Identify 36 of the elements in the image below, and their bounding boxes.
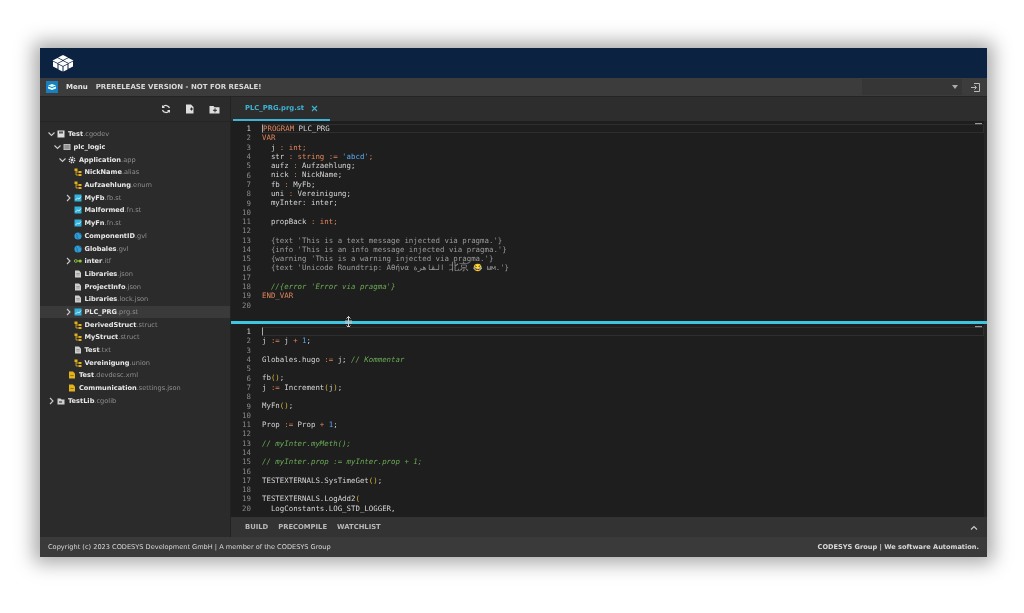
refresh-icon[interactable] [161,104,171,114]
file-icon [73,346,82,355]
hierarchy-icon [73,320,82,329]
document-icon [68,384,76,393]
new-folder-icon[interactable] [209,104,220,114]
logo-icon [52,54,74,72]
connector-icon [73,257,82,266]
hierarchy-icon [73,333,82,342]
hierarchy-icon [73,168,82,177]
chart-file-icon [73,206,82,215]
chevron-right-icon[interactable] [47,396,56,405]
file-icon [73,282,82,291]
hierarchy-icon [73,181,82,190]
chart-file-icon [73,193,82,202]
close-icon[interactable] [311,104,319,112]
project-icon [57,130,65,139]
new-file-icon[interactable] [185,104,195,114]
globe-icon [73,244,82,253]
hierarchy-icon [73,358,82,367]
document-icon [68,371,76,380]
chart-file-icon [73,219,82,228]
logout-icon[interactable] [970,81,981,93]
globe-icon [73,231,82,240]
dropdown-field[interactable] [862,79,962,95]
caret-icon [952,85,958,89]
minimize-icon[interactable] [975,326,982,328]
chart-file-icon [73,307,82,316]
logo-icon[interactable] [46,81,58,93]
chevron-up-icon[interactable] [970,524,978,530]
module-icon [62,143,71,152]
file-icon [73,269,82,278]
minimize-icon[interactable] [975,123,982,125]
folder-icon [57,396,65,405]
file-icon [73,295,82,304]
resize-handle-icon[interactable] [345,316,352,328]
gear-icon [68,155,76,164]
